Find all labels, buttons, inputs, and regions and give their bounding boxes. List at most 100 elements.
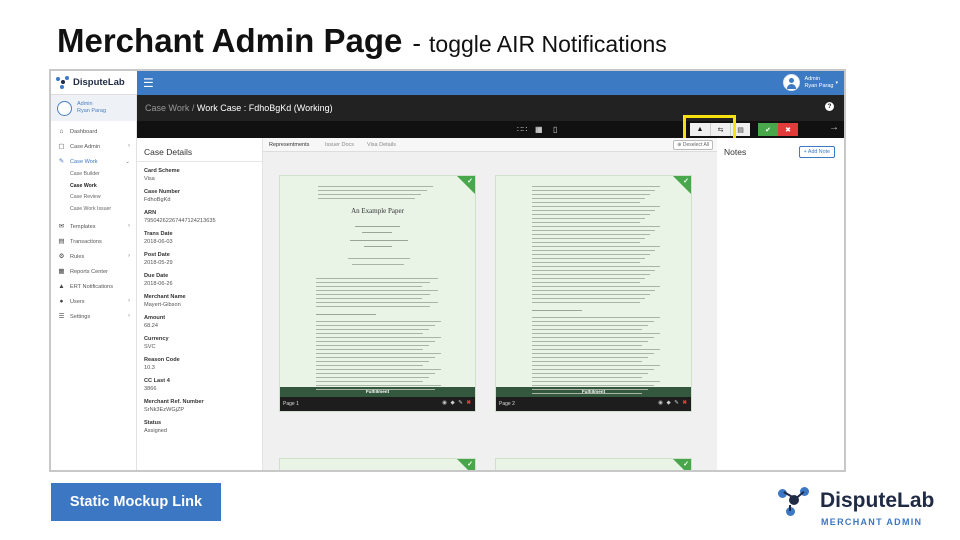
text-line — [316, 349, 423, 351]
text-line — [316, 373, 435, 375]
view-icon: ◉ — [442, 400, 448, 406]
case-toolbar: ∷∷ ▦ ▯ ▲ ⇆ ▤ ✔ ✖ → — [137, 121, 844, 138]
detail-field-label: Currency — [144, 336, 169, 342]
text-line — [532, 373, 648, 375]
chevron-down-icon: ⌄ — [124, 159, 130, 165]
sidebar-sub-case-review[interactable]: Case Review — [51, 192, 136, 204]
single-page-icon[interactable]: ▯ — [553, 125, 557, 134]
detail-field-value: 3866 — [144, 386, 157, 392]
tab-representments[interactable]: Representments — [269, 142, 309, 148]
user-role: Admin — [804, 75, 821, 82]
sidebar-item-settings[interactable]: ☰ Settings › — [51, 309, 136, 324]
detail-field: Amount 68.24 — [137, 314, 262, 330]
text-line — [532, 310, 582, 312]
breadcrumb-parent[interactable]: Case Work / — [145, 103, 194, 113]
check-icon: ✓ — [467, 178, 473, 185]
notes-panel: Notes + Add Note — [717, 138, 844, 470]
hamburger-icon[interactable]: ☰ — [143, 76, 154, 90]
detail-field-value: Assigned — [144, 428, 168, 434]
detail-field-value: 2018-06-03 — [144, 239, 173, 245]
document-page-3[interactable]: ✓ — [279, 458, 476, 470]
reject-x-icon[interactable]: ✖ — [778, 123, 798, 136]
briefcase-icon: ▢ — [58, 143, 65, 150]
text-line — [350, 240, 408, 242]
page-2-actions[interactable]: ◉ ◆ ✎ ✖ — [658, 400, 688, 406]
detail-field-value: FdhoBgKd — [144, 197, 171, 203]
text-line — [532, 365, 660, 367]
sidebar-item-users[interactable]: ● Users › — [51, 294, 136, 309]
card-icon: ▤ — [58, 238, 65, 245]
text-line — [532, 341, 648, 343]
text-line — [532, 381, 660, 383]
arrow-right-icon[interactable]: → — [829, 123, 839, 133]
text-line — [532, 361, 642, 363]
grid-large-icon[interactable]: ▦ — [535, 125, 543, 134]
page-2-label: Page 2 — [499, 401, 515, 407]
document-page-1[interactable]: ✓ An Example Paper Fulfillment Page 1 ◉ … — [279, 175, 476, 412]
text-line — [532, 266, 660, 268]
text-line — [316, 314, 376, 316]
sidebar-item-case-admin[interactable]: ▢ Case Admin › — [51, 139, 136, 154]
grid-small-icon[interactable]: ∷∷ — [517, 125, 527, 134]
detail-field: CC Last 4 3866 — [137, 377, 262, 393]
text-line — [316, 298, 422, 300]
text-line — [316, 329, 429, 331]
detail-field: Post Date 2018-05-29 — [137, 251, 262, 267]
text-line — [532, 230, 655, 232]
approve-check-icon[interactable]: ✔ — [758, 123, 778, 136]
user-menu[interactable]: Admin Ryan Parag ▾ — [783, 74, 838, 91]
text-line — [316, 306, 430, 308]
slide-subtitle: toggle AIR Notifications — [429, 31, 667, 57]
sidebar-sub-case-work[interactable]: Case Work — [51, 181, 136, 193]
sidebar-item-templates[interactable]: ✉ Templates › — [51, 219, 136, 234]
disputelab-logo-icon — [778, 486, 814, 518]
sidebar-item-transactions[interactable]: ▤ Transactions — [51, 234, 136, 249]
text-line — [316, 290, 438, 292]
app-brand[interactable]: DisputeLab — [51, 71, 137, 95]
text-line — [532, 278, 645, 280]
detail-field-label: Card Scheme — [144, 168, 180, 174]
text-line — [316, 282, 430, 284]
caret-down-icon: ▾ — [835, 79, 838, 86]
document-page-2[interactable]: ✓ Fulfillment Page 2 ◉ ◆ ✎ ✖ — [495, 175, 692, 412]
text-line — [348, 258, 410, 260]
detail-field-label: ARN — [144, 210, 157, 216]
text-line — [532, 186, 660, 188]
sidebar-sub-case-work-issuer[interactable]: Case Work Issuer — [51, 204, 136, 216]
sidebar: Admin Ryan Parag ⌂ Dashboard ▢ Case Admin ›… — [51, 95, 137, 470]
tab-visa-details[interactable]: Visa Details — [367, 142, 396, 148]
tab-issuer-docs[interactable]: Issuer Docs — [325, 142, 354, 148]
help-icon[interactable]: ? — [825, 102, 834, 111]
text-line — [316, 345, 429, 347]
text-line — [532, 282, 640, 284]
text-line — [532, 321, 654, 323]
detail-field: Trans Date 2018-06-03 — [137, 230, 262, 246]
sidebar-item-rules[interactable]: ⚙ Rules › — [51, 249, 136, 264]
static-mockup-link-button[interactable]: Static Mockup Link — [51, 483, 221, 521]
sidebar-item-dashboard[interactable]: ⌂ Dashboard — [51, 124, 136, 139]
text-line — [316, 278, 438, 280]
text-line — [532, 329, 642, 331]
document-page-4[interactable]: ✓ — [495, 458, 692, 470]
text-line — [316, 381, 423, 383]
text-line — [362, 232, 392, 234]
text-line — [532, 377, 642, 379]
chevron-right-icon: › — [128, 143, 130, 149]
text-line — [316, 333, 423, 335]
detail-field-value: Visa — [144, 176, 155, 182]
sidebar-item-reports-center[interactable]: ▦ Reports Center — [51, 264, 136, 279]
users-icon: ● — [59, 298, 64, 305]
add-note-button[interactable]: + Add Note — [798, 146, 835, 158]
detail-field-value: 2018-05-29 — [144, 260, 173, 266]
detail-field: Merchant Name Mayert-Gibson — [137, 293, 262, 309]
detail-field-label: Due Date — [144, 273, 169, 279]
sliders-icon: ☰ — [58, 313, 65, 320]
deselect-all-button[interactable]: ⊕ Deselect All — [673, 140, 713, 150]
detail-field: ARN 79504262267447124213635 — [137, 209, 262, 225]
sidebar-user[interactable]: Admin Ryan Parag — [51, 95, 136, 121]
sidebar-item-case-work[interactable]: ✎ Case Work ⌄ — [51, 154, 136, 169]
page-1-actions[interactable]: ◉ ◆ ✎ ✖ — [442, 400, 472, 406]
sidebar-item-ert-notifications[interactable]: ▲ ERT Notifications — [51, 279, 136, 294]
text-line — [364, 246, 392, 248]
sidebar-sub-case-builder[interactable]: Case Builder — [51, 169, 136, 181]
